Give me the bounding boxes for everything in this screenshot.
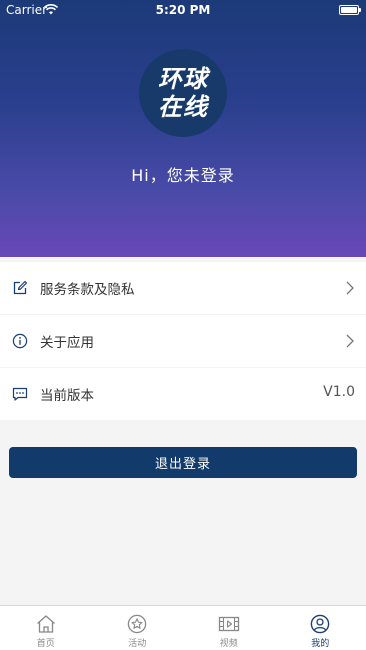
menu-item-version: 当前版本 V1.0 [0, 368, 366, 420]
chevron-right-icon [346, 281, 354, 295]
logout-button[interactable]: 退出登录 [9, 447, 357, 478]
logo-line-1: 环球 [158, 65, 208, 93]
user-circle-icon [310, 614, 330, 634]
menu-item-label: 服务条款及隐私 [40, 282, 135, 298]
clock: 5:20 PM [155, 3, 211, 17]
menu-item-label: 当前版本 [40, 388, 94, 404]
info-icon [12, 333, 28, 349]
menu-item-label: 关于应用 [40, 335, 94, 351]
tab-label: 首页 [36, 639, 55, 649]
tab-bar: 首页 活动 视频 我的 [0, 605, 366, 650]
profile-header: Carrier 5:20 PM 环球 在线 Hi，您未登录 [0, 0, 366, 257]
home-icon [36, 615, 55, 633]
menu-item-about[interactable]: 关于应用 [0, 315, 366, 367]
tab-label: 视频 [219, 639, 238, 649]
tab-mine[interactable]: 我的 [275, 606, 366, 650]
logo-line-2: 在线 [158, 93, 208, 121]
chevron-right-icon [346, 334, 354, 348]
tab-video[interactable]: 视频 [183, 606, 275, 650]
chat-bubble-icon [12, 387, 28, 401]
login-prompt[interactable]: Hi，您未登录 [0, 162, 366, 186]
tab-activity[interactable]: 活动 [92, 606, 184, 650]
edit-icon [13, 280, 28, 295]
tab-home[interactable]: 首页 [0, 606, 92, 650]
battery-icon [339, 5, 361, 15]
film-icon [218, 616, 239, 632]
status-bar: Carrier 5:20 PM [0, 0, 366, 20]
star-circle-icon [127, 614, 147, 634]
version-value: V1.0 [323, 384, 355, 400]
tab-label: 我的 [311, 639, 330, 649]
app-logo: 环球 在线 [139, 49, 227, 137]
tab-label: 活动 [128, 639, 147, 649]
menu-item-terms[interactable]: 服务条款及隐私 [0, 262, 366, 314]
